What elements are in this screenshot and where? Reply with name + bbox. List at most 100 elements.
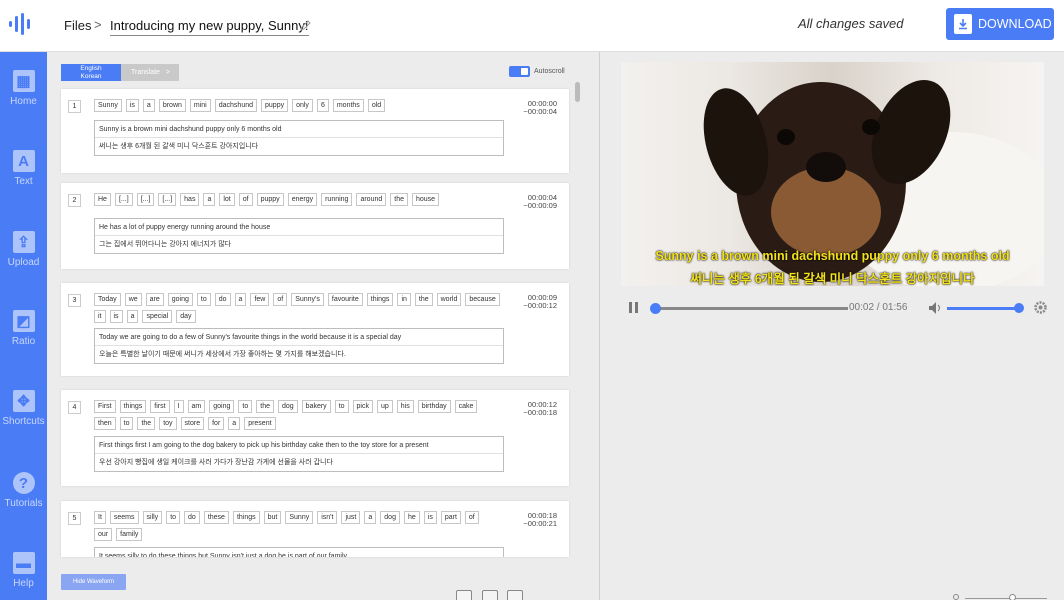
word-chip[interactable]: a: [364, 511, 377, 524]
seek-handle[interactable]: [650, 303, 662, 314]
word-chip[interactable]: I: [173, 400, 184, 413]
word-chip[interactable]: [...]: [136, 193, 155, 206]
word-chip[interactable]: going: [167, 293, 193, 306]
word-chip[interactable]: these: [203, 511, 229, 524]
word-chip[interactable]: 6: [316, 99, 329, 112]
korean-text-line[interactable]: 오늘은 특별한 날이기 때문에 써니가 세상에서 가장 좋아하는 몇 가지를 해…: [95, 346, 503, 363]
english-text-line[interactable]: He has a lot of puppy energy running aro…: [95, 219, 503, 236]
segment-textbox[interactable]: Sunny is a brown mini dachshund puppy on…: [94, 120, 504, 156]
sidebar-item-home[interactable]: ▦ Home: [0, 70, 47, 107]
word-chip[interactable]: of: [238, 193, 253, 206]
segment-card[interactable]: 3 Today we are going to do a few of Sunny's favour…: [61, 283, 569, 376]
word-chip[interactable]: Sunny: [94, 99, 122, 112]
word-chip[interactable]: has: [180, 193, 200, 206]
word-chip[interactable]: in: [397, 293, 411, 306]
word-chip[interactable]: family: [116, 528, 143, 541]
segment-card[interactable]: 1 Sunny is a brown mini dachshund puppy only 6 mo…: [61, 89, 569, 173]
word-chip[interactable]: energy: [287, 193, 318, 206]
word-chip[interactable]: he: [403, 511, 420, 524]
word-chip[interactable]: world: [436, 293, 462, 306]
word-chip[interactable]: First: [94, 400, 116, 413]
sidebar-item-help[interactable]: ▬ Help: [0, 552, 47, 589]
word-chip[interactable]: to: [196, 293, 211, 306]
word-chip[interactable]: a: [126, 310, 139, 323]
word-chip[interactable]: because: [465, 293, 500, 306]
word-chip[interactable]: He: [94, 193, 111, 206]
segment-card[interactable]: 4 First things first Iam going to the dog bakery…: [61, 390, 569, 486]
word-chip[interactable]: [...]: [114, 193, 133, 206]
project-title-field[interactable]: Introducing my new puppy, Sunny!: [110, 18, 309, 36]
sidebar-item-shortcuts[interactable]: ✥ Shortcuts: [0, 390, 47, 427]
scissors-icon[interactable]: [456, 590, 472, 600]
word-chip[interactable]: only: [292, 99, 313, 112]
gear-icon[interactable]: [1033, 300, 1048, 315]
word-chip[interactable]: isn't: [317, 511, 338, 524]
word-chip[interactable]: up: [376, 400, 393, 413]
word-chip[interactable]: going: [209, 400, 235, 413]
word-chip[interactable]: cake: [454, 400, 478, 413]
word-chip[interactable]: present: [244, 417, 276, 430]
word-chip[interactable]: toy: [159, 417, 177, 430]
word-chip[interactable]: mini: [189, 99, 211, 112]
volume-handle[interactable]: [1014, 303, 1024, 313]
word-chip[interactable]: pick: [352, 400, 373, 413]
word-chip[interactable]: birthday: [417, 400, 451, 413]
word-chip[interactable]: it: [94, 310, 106, 323]
sidebar-item-ratio[interactable]: ◩ Ratio: [0, 310, 47, 347]
sidebar-item-tutorials[interactable]: ? Tutorials: [0, 472, 47, 509]
tab-translate[interactable]: Translate >: [121, 64, 179, 81]
word-chip[interactable]: favourite: [327, 293, 363, 306]
volume-icon[interactable]: [928, 301, 943, 315]
undo-icon[interactable]: [482, 590, 498, 600]
word-chip[interactable]: do: [184, 511, 200, 524]
english-text-line[interactable]: Sunny is a brown mini dachshund puppy on…: [95, 121, 503, 138]
word-chip[interactable]: things: [119, 400, 147, 413]
pause-icon[interactable]: [629, 302, 638, 313]
word-chip[interactable]: running: [321, 193, 353, 206]
segment-card[interactable]: 5 It seems silly to do these things but Sunny isn…: [61, 501, 569, 557]
word-chip[interactable]: It: [94, 511, 106, 524]
segment-textbox[interactable]: First things first I am going to the dog…: [94, 436, 504, 472]
word-chip[interactable]: am: [187, 400, 206, 413]
trash-icon[interactable]: [507, 590, 523, 600]
word-chip[interactable]: to: [238, 400, 253, 413]
word-chip[interactable]: then: [94, 417, 116, 430]
word-chip[interactable]: to: [119, 417, 134, 430]
segment-textbox[interactable]: Today we are going to do a few of Sunny'…: [94, 328, 504, 364]
word-chip[interactable]: day: [176, 310, 196, 323]
word-chip[interactable]: dog: [380, 511, 400, 524]
word-chip[interactable]: a: [228, 417, 241, 430]
word-chip[interactable]: we: [124, 293, 142, 306]
word-chip[interactable]: Sunny's: [291, 293, 324, 306]
korean-text-line[interactable]: 그는 집에서 뛰어다니는 강아지 에너지가 많다: [95, 236, 503, 253]
word-chip[interactable]: silly: [142, 511, 163, 524]
word-chip[interactable]: around: [356, 193, 387, 206]
word-chip[interactable]: for: [208, 417, 225, 430]
word-chip[interactable]: the: [390, 193, 408, 206]
volume-slider[interactable]: [947, 307, 1019, 310]
english-text-line[interactable]: It seems silly to do these things but Su…: [95, 548, 503, 557]
zoom-slider[interactable]: [965, 598, 1047, 599]
word-chip[interactable]: a: [234, 293, 247, 306]
word-chip[interactable]: Today: [94, 293, 121, 306]
word-chip[interactable]: part: [440, 511, 461, 524]
word-chip[interactable]: dog: [277, 400, 298, 413]
word-chip[interactable]: the: [414, 293, 433, 306]
word-chip[interactable]: to: [334, 400, 349, 413]
waveform-logo-icon[interactable]: [6, 10, 34, 38]
word-chip[interactable]: our: [94, 528, 113, 541]
word-chip[interactable]: but: [263, 511, 282, 524]
word-chip[interactable]: is: [125, 99, 139, 112]
scrollbar-thumb[interactable]: [575, 82, 580, 102]
word-chip[interactable]: are: [145, 293, 164, 306]
word-chip[interactable]: [...]: [158, 193, 177, 206]
word-chip[interactable]: few: [250, 293, 270, 306]
word-chip[interactable]: bakery: [301, 400, 331, 413]
sidebar-item-upload[interactable]: ⇪ Upload: [0, 231, 47, 268]
autoscroll-toggle[interactable]: [509, 66, 530, 77]
word-chip[interactable]: brown: [158, 99, 186, 112]
word-chip[interactable]: of: [273, 293, 288, 306]
video-preview[interactable]: Sunny is a brown mini dachshund puppy on…: [621, 62, 1044, 286]
word-chip[interactable]: old: [367, 99, 386, 112]
word-chip[interactable]: special: [142, 310, 173, 323]
